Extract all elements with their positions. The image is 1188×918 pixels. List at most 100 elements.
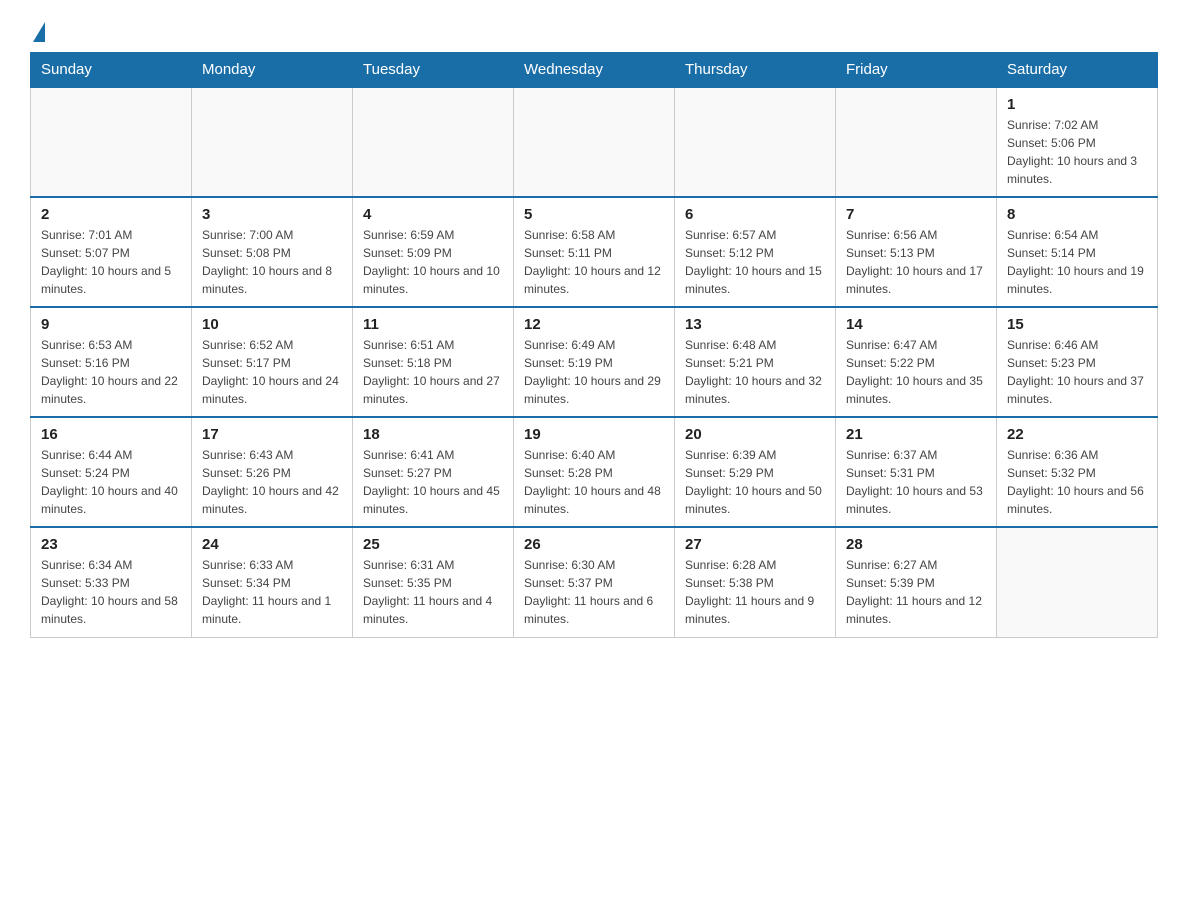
day-info: Sunrise: 6:28 AMSunset: 5:38 PMDaylight:…: [685, 556, 825, 628]
weekday-header-monday: Monday: [192, 53, 353, 88]
calendar-cell: 18 Sunrise: 6:41 AMSunset: 5:27 PMDayligh…: [353, 417, 514, 527]
day-info: Sunrise: 6:34 AMSunset: 5:33 PMDaylight:…: [41, 556, 181, 628]
calendar-cell: 26 Sunrise: 6:30 AMSunset: 5:37 PMDayligh…: [514, 527, 675, 637]
calendar-cell: [997, 527, 1158, 637]
day-info: Sunrise: 6:41 AMSunset: 5:27 PMDaylight:…: [363, 446, 503, 518]
calendar-cell: 8Sunrise: 6:54 AMSunset: 5:14 PMDaylight…: [997, 197, 1158, 307]
calendar-cell: [836, 87, 997, 197]
day-number: 15: [1007, 316, 1147, 333]
week-row-4: 16Sunrise: 6:44 AMSunset: 5:24 PMDayligh…: [31, 417, 1158, 527]
day-info: Sunrise: 6:40 AMSunset: 5:28 PMDaylight:…: [524, 446, 664, 518]
week-row-2: 2 Sunrise: 7:01 AMSunset: 5:07 PMDaylight…: [31, 197, 1158, 307]
day-info: Sunrise: 7:02 AMSunset: 5:06 PMDaylight:…: [1007, 116, 1147, 188]
calendar-cell: [514, 87, 675, 197]
day-number: 9: [41, 316, 181, 333]
day-number: 7: [846, 206, 986, 223]
calendar-cell: [31, 87, 192, 197]
week-row-5: 23 Sunrise: 6:34 AMSunset: 5:33 PMDayligh…: [31, 527, 1158, 637]
day-info: Sunrise: 7:01 AMSunset: 5:07 PMDaylight:…: [41, 226, 181, 298]
calendar-cell: [192, 87, 353, 197]
day-info: Sunrise: 7:00 AMSunset: 5:08 PMDaylight:…: [202, 226, 342, 298]
logo-triangle-icon: [33, 22, 45, 42]
day-number: 17: [202, 426, 342, 443]
day-number: 26: [524, 536, 664, 553]
calendar-cell: 14Sunrise: 6:47 AMSunset: 5:22 PMDayligh…: [836, 307, 997, 417]
day-info: Sunrise: 6:49 AMSunset: 5:19 PMDaylight:…: [524, 336, 664, 408]
day-number: 12: [524, 316, 664, 333]
weekday-header-sunday: Sunday: [31, 53, 192, 88]
day-number: 27: [685, 536, 825, 553]
day-number: 21: [846, 426, 986, 443]
day-number: 23: [41, 536, 181, 553]
day-info: Sunrise: 6:36 AMSunset: 5:32 PMDaylight:…: [1007, 446, 1147, 518]
day-info: Sunrise: 6:39 AMSunset: 5:29 PMDaylight:…: [685, 446, 825, 518]
week-row-1: 1 Sunrise: 7:02 AMSunset: 5:06 PMDaylight…: [31, 87, 1158, 197]
calendar-cell: 1 Sunrise: 7:02 AMSunset: 5:06 PMDaylight…: [997, 87, 1158, 197]
day-number: 10: [202, 316, 342, 333]
day-info: Sunrise: 6:47 AMSunset: 5:22 PMDaylight:…: [846, 336, 986, 408]
day-info: Sunrise: 6:46 AMSunset: 5:23 PMDaylight:…: [1007, 336, 1147, 408]
calendar-cell: 10 Sunrise: 6:52 AMSunset: 5:17 PMDayligh…: [192, 307, 353, 417]
day-info: Sunrise: 6:53 AMSunset: 5:16 PMDaylight:…: [41, 336, 181, 408]
calendar-cell: 5 Sunrise: 6:58 AMSunset: 5:11 PMDaylight…: [514, 197, 675, 307]
logo: [30, 20, 45, 42]
day-number: 11: [363, 316, 503, 333]
weekday-header-thursday: Thursday: [675, 53, 836, 88]
day-info: Sunrise: 6:57 AMSunset: 5:12 PMDaylight:…: [685, 226, 825, 298]
calendar-cell: 25Sunrise: 6:31 AMSunset: 5:35 PMDayligh…: [353, 527, 514, 637]
day-number: 13: [685, 316, 825, 333]
day-info: Sunrise: 6:59 AMSunset: 5:09 PMDaylight:…: [363, 226, 503, 298]
day-number: 24: [202, 536, 342, 553]
calendar-cell: 6 Sunrise: 6:57 AMSunset: 5:12 PMDaylight…: [675, 197, 836, 307]
calendar-cell: 21 Sunrise: 6:37 AMSunset: 5:31 PMDayligh…: [836, 417, 997, 527]
day-number: 22: [1007, 426, 1147, 443]
weekday-header-row: SundayMondayTuesdayWednesdayThursdayFrid…: [31, 53, 1158, 88]
day-number: 28: [846, 536, 986, 553]
calendar-cell: 20 Sunrise: 6:39 AMSunset: 5:29 PMDayligh…: [675, 417, 836, 527]
calendar-cell: 3Sunrise: 7:00 AMSunset: 5:08 PMDaylight…: [192, 197, 353, 307]
calendar-cell: 16Sunrise: 6:44 AMSunset: 5:24 PMDayligh…: [31, 417, 192, 527]
calendar-cell: 22 Sunrise: 6:36 AMSunset: 5:32 PMDayligh…: [997, 417, 1158, 527]
day-info: Sunrise: 6:37 AMSunset: 5:31 PMDaylight:…: [846, 446, 986, 518]
calendar-cell: 4 Sunrise: 6:59 AMSunset: 5:09 PMDaylight…: [353, 197, 514, 307]
calendar-cell: 19 Sunrise: 6:40 AMSunset: 5:28 PMDayligh…: [514, 417, 675, 527]
day-number: 2: [41, 206, 181, 223]
day-info: Sunrise: 6:58 AMSunset: 5:11 PMDaylight:…: [524, 226, 664, 298]
day-info: Sunrise: 6:52 AMSunset: 5:17 PMDaylight:…: [202, 336, 342, 408]
day-info: Sunrise: 6:56 AMSunset: 5:13 PMDaylight:…: [846, 226, 986, 298]
calendar-cell: 27 Sunrise: 6:28 AMSunset: 5:38 PMDayligh…: [675, 527, 836, 637]
day-info: Sunrise: 6:44 AMSunset: 5:24 PMDaylight:…: [41, 446, 181, 518]
calendar-cell: 2 Sunrise: 7:01 AMSunset: 5:07 PMDaylight…: [31, 197, 192, 307]
calendar-cell: 12 Sunrise: 6:49 AMSunset: 5:19 PMDayligh…: [514, 307, 675, 417]
weekday-header-tuesday: Tuesday: [353, 53, 514, 88]
day-number: 4: [363, 206, 503, 223]
day-info: Sunrise: 6:51 AMSunset: 5:18 PMDaylight:…: [363, 336, 503, 408]
calendar-cell: 7 Sunrise: 6:56 AMSunset: 5:13 PMDaylight…: [836, 197, 997, 307]
day-info: Sunrise: 6:48 AMSunset: 5:21 PMDaylight:…: [685, 336, 825, 408]
calendar-cell: 24 Sunrise: 6:33 AMSunset: 5:34 PMDayligh…: [192, 527, 353, 637]
day-info: Sunrise: 6:43 AMSunset: 5:26 PMDaylight:…: [202, 446, 342, 518]
day-number: 5: [524, 206, 664, 223]
day-number: 19: [524, 426, 664, 443]
calendar-cell: 9 Sunrise: 6:53 AMSunset: 5:16 PMDaylight…: [31, 307, 192, 417]
weekday-header-saturday: Saturday: [997, 53, 1158, 88]
day-number: 18: [363, 426, 503, 443]
weekday-header-wednesday: Wednesday: [514, 53, 675, 88]
calendar-cell: 17 Sunrise: 6:43 AMSunset: 5:26 PMDayligh…: [192, 417, 353, 527]
day-info: Sunrise: 6:27 AMSunset: 5:39 PMDaylight:…: [846, 556, 986, 628]
calendar-cell: [353, 87, 514, 197]
calendar-table: SundayMondayTuesdayWednesdayThursdayFrid…: [30, 52, 1158, 638]
week-row-3: 9 Sunrise: 6:53 AMSunset: 5:16 PMDaylight…: [31, 307, 1158, 417]
day-info: Sunrise: 6:33 AMSunset: 5:34 PMDaylight:…: [202, 556, 342, 628]
day-number: 25: [363, 536, 503, 553]
calendar-cell: 11 Sunrise: 6:51 AMSunset: 5:18 PMDayligh…: [353, 307, 514, 417]
day-number: 1: [1007, 96, 1147, 113]
calendar-cell: 23 Sunrise: 6:34 AMSunset: 5:33 PMDayligh…: [31, 527, 192, 637]
calendar-cell: 28 Sunrise: 6:27 AMSunset: 5:39 PMDayligh…: [836, 527, 997, 637]
day-info: Sunrise: 6:54 AMSunset: 5:14 PMDaylight:…: [1007, 226, 1147, 298]
day-number: 6: [685, 206, 825, 223]
day-info: Sunrise: 6:30 AMSunset: 5:37 PMDaylight:…: [524, 556, 664, 628]
weekday-header-friday: Friday: [836, 53, 997, 88]
calendar-cell: 13 Sunrise: 6:48 AMSunset: 5:21 PMDayligh…: [675, 307, 836, 417]
day-number: 20: [685, 426, 825, 443]
